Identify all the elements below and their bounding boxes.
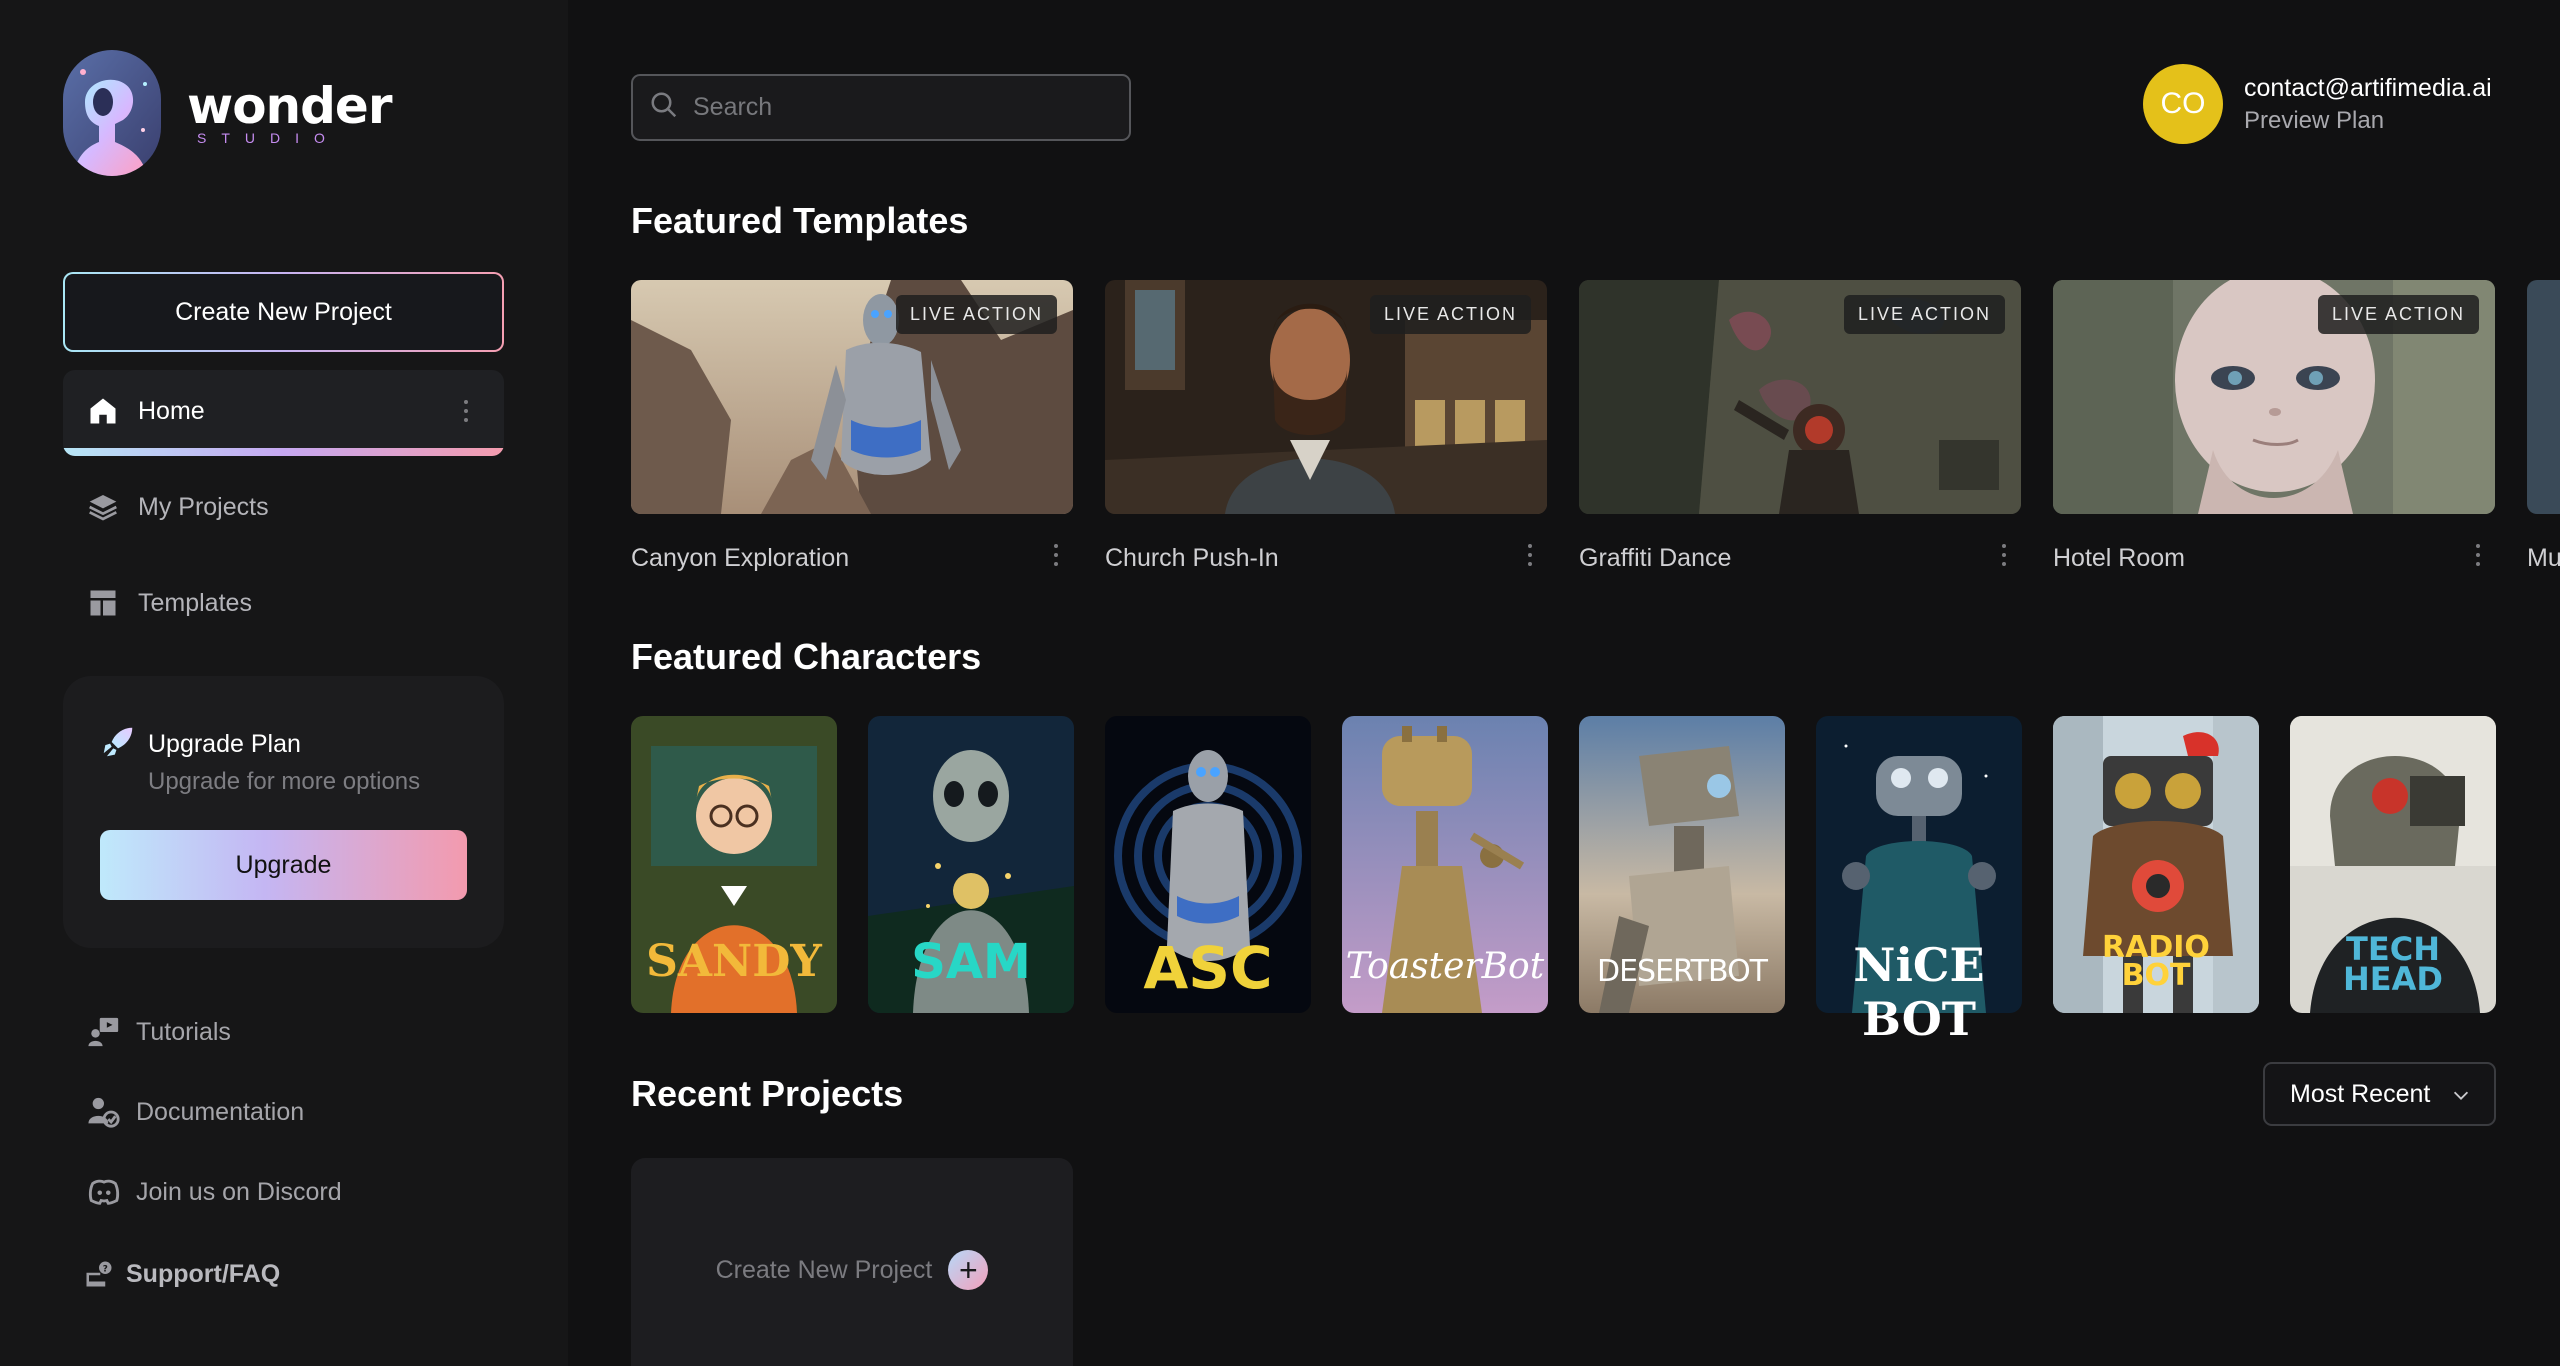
sidebar-link-label: Join us on Discord [136, 1177, 342, 1206]
svg-text:?: ? [103, 1265, 108, 1275]
create-new-project-button[interactable]: Create New Project [63, 272, 504, 352]
sidebar-item-home[interactable]: Home [63, 370, 504, 456]
avatar[interactable]: CO [2143, 64, 2223, 144]
recent-projects-title: Recent Projects [631, 1073, 904, 1114]
more-options-icon[interactable] [1052, 544, 1060, 566]
tutorials-icon [86, 1014, 122, 1050]
live-action-badge: LIVE ACTION [1369, 295, 1531, 334]
template-thumbnail[interactable]: LIVE ACTION [1579, 280, 2021, 514]
logo-mark-icon [63, 50, 161, 176]
plus-icon: + [948, 1250, 989, 1290]
template-card-church-push-in[interactable]: LIVE ACTION Church Push-In [1105, 280, 1547, 572]
sidebar-link-label: Support/FAQ [126, 1259, 281, 1288]
more-options-icon[interactable] [1526, 544, 1534, 566]
template-card-partial[interactable]: Mu [2527, 280, 2560, 600]
sidebar-item-templates[interactable]: Templates [86, 586, 252, 620]
rocket-icon [99, 723, 137, 766]
sidebar-link-documentation[interactable]: Documentation [86, 1094, 304, 1130]
template-thumbnail[interactable]: LIVE ACTION [631, 280, 1073, 514]
live-action-badge: LIVE ACTION [1843, 295, 2005, 334]
character-label: TECH HEAD [2343, 930, 2443, 998]
upgrade-button[interactable]: Upgrade [100, 830, 467, 900]
sidebar-link-tutorials[interactable]: Tutorials [86, 1014, 231, 1050]
documentation-icon [86, 1094, 122, 1130]
more-options-icon[interactable] [462, 400, 470, 422]
sidebar: wonder STUDIO Create New Project Home My… [0, 0, 568, 1366]
sort-value: Most Recent [2290, 1079, 2431, 1108]
character-label: ToasterBot [1345, 946, 1545, 987]
template-name: Canyon Exploration [631, 544, 850, 572]
upgrade-title: Upgrade Plan [148, 730, 301, 758]
more-options-icon[interactable] [2000, 544, 2008, 566]
character-label: ASC [1143, 934, 1273, 1002]
user-menu[interactable]: CO contact@artifimedia.ai Preview Plan [2143, 64, 2492, 144]
live-action-badge: LIVE ACTION [2317, 295, 2479, 334]
sidebar-link-label: Tutorials [136, 1017, 231, 1046]
sidebar-item-label: My Projects [138, 492, 269, 521]
template-name: Graffiti Dance [1579, 544, 1732, 572]
sort-dropdown[interactable]: Most Recent [2263, 1062, 2496, 1126]
layers-icon [86, 490, 120, 524]
upgrade-plan-card: Upgrade Plan Upgrade for more options Up… [63, 676, 504, 948]
template-thumbnail[interactable]: LIVE ACTION [2053, 280, 2495, 514]
sidebar-link-support[interactable]: ? Support/FAQ [84, 1256, 280, 1292]
support-icon: ? [84, 1256, 114, 1292]
sidebar-link-discord[interactable]: Join us on Discord [86, 1174, 342, 1210]
home-icon [86, 394, 120, 428]
template-card-canyon-exploration[interactable]: LIVE ACTION Canyon Exploration [631, 280, 1073, 572]
logo-subtitle: STUDIO [197, 130, 340, 146]
user-info: contact@artifimedia.ai Preview Plan [2244, 74, 2492, 135]
discord-icon [86, 1174, 122, 1210]
template-card-graffiti-dance[interactable]: LIVE ACTION Graffiti Dance [1579, 280, 2021, 572]
logo-text: wonder STUDIO [187, 80, 392, 146]
character-label: RADIO BOT [2102, 930, 2210, 993]
app-logo[interactable]: wonder STUDIO [63, 50, 392, 176]
logo-word: wonder [187, 77, 392, 135]
featured-characters-title: Featured Characters [631, 636, 982, 677]
more-options-icon[interactable] [2474, 544, 2482, 566]
character-label: DESERTBOT [1596, 954, 1768, 989]
character-label: NiCE BOT [1853, 938, 1985, 1046]
template-thumbnail[interactable]: LIVE ACTION [1105, 280, 1547, 514]
template-card-hotel-room[interactable]: LIVE ACTION Hotel Room [2053, 280, 2495, 572]
template-name: Hotel Room [2053, 544, 2185, 572]
sidebar-link-label: Documentation [136, 1097, 305, 1126]
user-email: contact@artifimedia.ai [2244, 73, 2492, 102]
create-new-project-label: Create New Project [65, 274, 502, 350]
character-label: SAM [911, 934, 1031, 990]
user-plan: Preview Plan [2244, 106, 2385, 134]
search-bar[interactable] [631, 74, 1131, 141]
upgrade-subtitle: Upgrade for more options [148, 768, 421, 795]
sidebar-item-my-projects[interactable]: My Projects [86, 490, 269, 524]
template-name: Church Push-In [1105, 544, 1279, 572]
featured-templates-title: Featured Templates [631, 200, 969, 241]
search-input[interactable] [693, 93, 1113, 122]
sidebar-item-label: Templates [138, 588, 252, 617]
character-label: SANDY [646, 936, 822, 987]
template-name: Mu [2527, 544, 2560, 572]
sidebar-item-label: Home [138, 396, 205, 425]
templates-icon [86, 586, 120, 620]
template-thumbnail[interactable] [2527, 280, 2560, 514]
live-action-badge: LIVE ACTION [895, 295, 1057, 334]
search-icon [649, 90, 679, 125]
chevron-down-icon [2450, 1084, 2472, 1113]
create-new-project-card-label: Create New Project [715, 1256, 933, 1284]
active-indicator [63, 448, 504, 456]
create-new-project-card[interactable]: Create New Project + [631, 1158, 1073, 1366]
